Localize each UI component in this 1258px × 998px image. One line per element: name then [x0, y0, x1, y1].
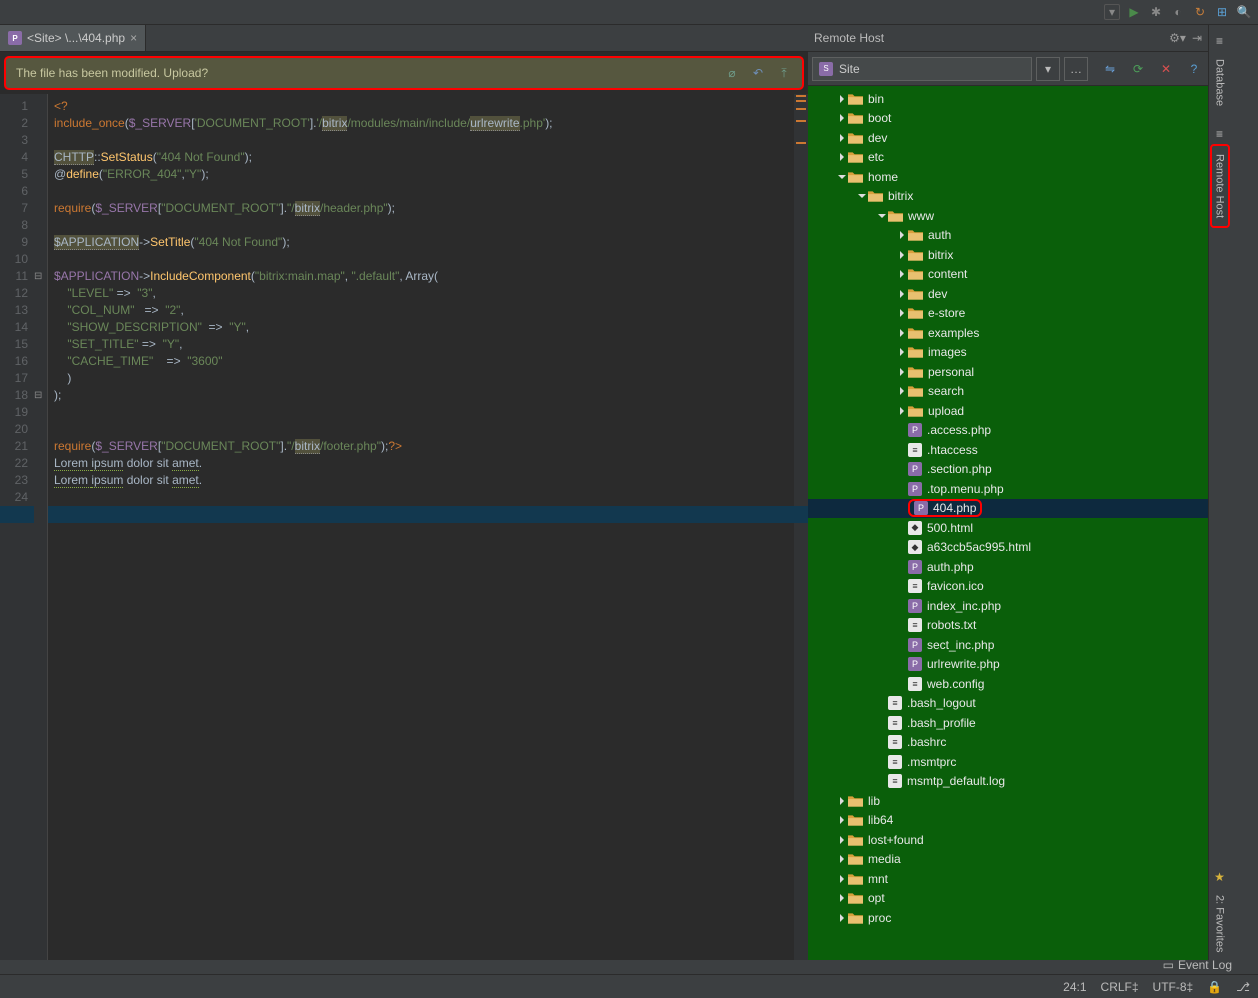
php-file-icon: P — [8, 31, 22, 45]
tree-folder[interactable]: dev — [808, 284, 1208, 304]
tree-file[interactable]: Pauth.php — [808, 557, 1208, 577]
tree-file[interactable]: ◆a63ccb5ac995.html — [808, 538, 1208, 558]
tree-file[interactable]: ≡favicon.ico — [808, 577, 1208, 597]
editor-pane: P <Site> \...\404.php × The file has bee… — [0, 25, 808, 960]
tab-favorites[interactable]: 2: Favorites — [1212, 887, 1228, 960]
toolbar-icon[interactable]: ? — [1184, 59, 1204, 79]
tree-file[interactable]: Psect_inc.php — [808, 635, 1208, 655]
tree-folder[interactable]: content — [808, 265, 1208, 285]
tree-file[interactable]: ≡msmtp_default.log — [808, 772, 1208, 792]
lock-icon[interactable]: 🔒 — [1207, 980, 1222, 994]
combo-dropdown[interactable]: ▾ — [1036, 57, 1060, 81]
gear-icon[interactable]: ⚙▾ — [1169, 31, 1186, 45]
editor-tabs: P <Site> \...\404.php × — [0, 25, 808, 52]
tree-folder[interactable]: upload — [808, 401, 1208, 421]
tree-folder[interactable]: lib64 — [808, 811, 1208, 831]
toolbar-icon[interactable]: ✕ — [1156, 59, 1176, 79]
tree-file[interactable]: P.section.php — [808, 460, 1208, 480]
tree-folder[interactable]: lib — [808, 791, 1208, 811]
encoding[interactable]: UTF-8‡ — [1153, 980, 1194, 994]
tree-folder[interactable]: bin — [808, 89, 1208, 109]
revert-icon[interactable]: ↶ — [750, 65, 766, 81]
tree-folder[interactable]: dev — [808, 128, 1208, 148]
server-icon: S — [819, 62, 833, 76]
right-tool-sidebar: ≡ Database ≡ Remote Host ★ 2: Favorites — [1208, 25, 1230, 960]
tree-folder[interactable]: personal — [808, 362, 1208, 382]
tree-folder[interactable]: images — [808, 343, 1208, 363]
close-icon[interactable]: × — [130, 31, 137, 45]
dropdown-icon[interactable]: ▾ — [1104, 4, 1120, 20]
code-area[interactable]: <?include_once($_SERVER['DOCUMENT_ROOT']… — [48, 94, 794, 960]
tree-folder[interactable]: auth — [808, 226, 1208, 246]
panel-title: Remote Host — [814, 31, 884, 45]
database-icon[interactable]: ≡ — [1212, 33, 1228, 49]
top-toolbar: ▾ ▶ ✱ ◐ ↻ ⊞ 🔍 — [0, 0, 1258, 25]
git-icon[interactable]: ⎇ — [1236, 980, 1250, 994]
tree-file[interactable]: ≡.bash_logout — [808, 694, 1208, 714]
debug-icon[interactable]: ✱ — [1148, 4, 1164, 20]
tree-folder[interactable]: mnt — [808, 869, 1208, 889]
more-button[interactable]: … — [1064, 57, 1088, 81]
coverage-icon[interactable]: ◐ — [1170, 4, 1186, 20]
tree-folder[interactable]: media — [808, 850, 1208, 870]
line-gutter: 1234567891011121314151617181920212223242… — [0, 94, 34, 960]
status-bar: 24:1 CRLF‡ UTF-8‡ 🔒 ⎇ — [0, 974, 1258, 998]
diff-icon[interactable]: ⌀ — [724, 65, 740, 81]
tree-file[interactable]: P.access.php — [808, 421, 1208, 441]
tree-folder[interactable]: lost+found — [808, 830, 1208, 850]
remote-host-pane: Remote Host ⚙▾ ⇥ S Site ▾ … ⇋ ⟳ ✕? binboot… — [808, 25, 1208, 960]
tree-file[interactable]: Pindex_inc.php — [808, 596, 1208, 616]
remote-toolbar: S Site ▾ … ⇋ ⟳ ✕? — [808, 52, 1208, 86]
search-icon[interactable]: 🔍 — [1236, 4, 1252, 20]
grid-icon[interactable]: ⊞ — [1214, 4, 1230, 20]
update-icon[interactable]: ↻ — [1192, 4, 1208, 20]
remote-tree[interactable]: binbootdevetchomebitrixwwwauthbitrixcont… — [808, 86, 1208, 960]
event-log-button[interactable]: ▭ Event Log — [1163, 956, 1232, 974]
server-combo[interactable]: S Site — [812, 57, 1032, 81]
tab-remote-host[interactable]: Remote Host — [1210, 144, 1230, 228]
upload-banner: The file has been modified. Upload? ⌀ ↶ … — [4, 56, 804, 90]
tree-folder[interactable]: proc — [808, 908, 1208, 928]
run-icon[interactable]: ▶ — [1126, 4, 1142, 20]
tree-folder[interactable]: bitrix — [808, 245, 1208, 265]
code-editor[interactable]: 1234567891011121314151617181920212223242… — [0, 94, 808, 960]
tree-file[interactable]: ≡.bash_profile — [808, 713, 1208, 733]
tree-folder[interactable]: www — [808, 206, 1208, 226]
favorites-icon[interactable]: ★ — [1212, 869, 1228, 885]
tree-file[interactable]: ◆500.html — [808, 518, 1208, 538]
tree-folder[interactable]: opt — [808, 889, 1208, 909]
tree-folder[interactable]: etc — [808, 148, 1208, 168]
tree-folder[interactable]: boot — [808, 109, 1208, 129]
cursor-position[interactable]: 24:1 — [1063, 980, 1086, 994]
tree-file[interactable]: Purlrewrite.php — [808, 655, 1208, 675]
tree-file[interactable]: ≡.msmtprc — [808, 752, 1208, 772]
upload-icon[interactable]: ⤒ — [776, 65, 792, 81]
tree-file[interactable]: ≡.bashrc — [808, 733, 1208, 753]
server-name: Site — [839, 62, 860, 76]
tree-folder[interactable]: home — [808, 167, 1208, 187]
tree-file[interactable]: P404.php — [808, 499, 1208, 519]
toolbar-icon[interactable]: ⟳ — [1128, 59, 1148, 79]
toolbar-icon[interactable]: ⇋ — [1100, 59, 1120, 79]
tree-file[interactable]: ≡robots.txt — [808, 616, 1208, 636]
error-stripe[interactable] — [794, 94, 808, 960]
tree-folder[interactable]: search — [808, 382, 1208, 402]
tree-file[interactable]: P.top.menu.php — [808, 479, 1208, 499]
tab-404php[interactable]: P <Site> \...\404.php × — [0, 25, 146, 51]
line-ending[interactable]: CRLF‡ — [1101, 980, 1139, 994]
fold-gutter: ⊟ ⊟ — [34, 94, 48, 960]
tree-folder[interactable]: bitrix — [808, 187, 1208, 207]
eventlog-icon: ▭ — [1163, 958, 1174, 972]
tree-folder[interactable]: e-store — [808, 304, 1208, 324]
tree-folder[interactable]: examples — [808, 323, 1208, 343]
banner-text: The file has been modified. Upload? — [16, 66, 208, 80]
tree-file[interactable]: ≡web.config — [808, 674, 1208, 694]
hide-icon[interactable]: ⇥ — [1192, 31, 1202, 45]
tab-label: <Site> \...\404.php — [27, 31, 125, 45]
remotehost-icon[interactable]: ≡ — [1212, 126, 1228, 142]
tree-file[interactable]: ≡.htaccess — [808, 440, 1208, 460]
tab-database[interactable]: Database — [1212, 51, 1228, 114]
